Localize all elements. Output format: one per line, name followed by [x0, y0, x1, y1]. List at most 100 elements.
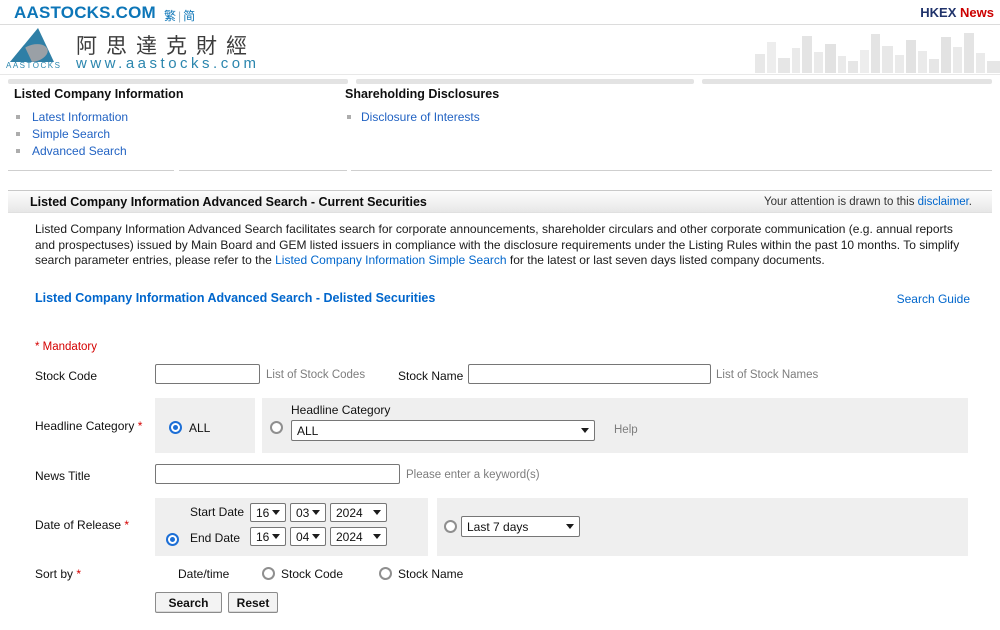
headline-category-label-text: Headline Category	[35, 419, 134, 433]
last7days-selected-value: Last 7 days	[467, 520, 528, 534]
chevron-down-icon	[581, 428, 589, 433]
required-asterisk: *	[124, 518, 129, 532]
lang-traditional-link[interactable]: 繁	[164, 9, 176, 23]
date-range-radio[interactable]	[166, 533, 179, 546]
news-label: News	[960, 5, 994, 20]
chevron-down-icon	[272, 510, 280, 515]
start-month-select[interactable]: 03	[290, 503, 326, 522]
brand-logo-text[interactable]: AASTOCKS.COM	[14, 3, 156, 23]
end-year-select[interactable]: 2024	[330, 527, 387, 546]
header-divider	[0, 24, 1000, 25]
skyline-image	[755, 28, 1000, 78]
sort-stock-name-radio[interactable]	[379, 567, 392, 580]
sort-by-label: Sort by *	[35, 567, 81, 581]
end-month-value: 04	[296, 530, 309, 544]
news-title-label: News Title	[35, 469, 90, 483]
mandatory-note: * Mandatory	[35, 341, 97, 353]
bullet-icon	[16, 115, 20, 119]
stock-code-label: Stock Code	[35, 369, 97, 383]
bullet-icon	[347, 115, 351, 119]
hkex-news-link[interactable]: HKEX News	[920, 5, 994, 20]
chevron-down-icon	[373, 510, 381, 515]
stock-name-label: Stock Name	[398, 369, 463, 383]
chevron-down-icon	[272, 534, 280, 539]
disclaimer-link[interactable]: disclaimer	[918, 196, 969, 208]
logo-row-divider	[0, 74, 1000, 75]
start-year-value: 2024	[336, 506, 363, 520]
bullet-icon	[16, 149, 20, 153]
reset-button[interactable]: Reset	[228, 592, 278, 613]
headline-category-selected-value: ALL	[297, 424, 318, 438]
headline-all-radio[interactable]	[169, 421, 182, 434]
nav-col1-topbar	[8, 79, 348, 84]
simple-search-link[interactable]: Listed Company Information Simple Search	[275, 253, 506, 267]
chevron-down-icon	[566, 524, 574, 529]
lang-simplified-link[interactable]: 简	[183, 9, 195, 23]
description-paragraph: Listed Company Information Advanced Sear…	[35, 222, 967, 269]
chevron-down-icon	[373, 534, 381, 539]
section-title-bar: Listed Company Information Advanced Sear…	[8, 190, 992, 213]
headline-all-option-label: ALL	[189, 421, 210, 435]
nav-item-advanced-search[interactable]: Advanced Search	[32, 144, 127, 158]
bullet-icon	[16, 132, 20, 136]
aastocks-logo[interactable]	[8, 27, 66, 63]
aastocks-logo-abbr: AASTOCKS	[6, 61, 66, 70]
end-day-select[interactable]: 16	[250, 527, 286, 546]
start-day-select[interactable]: 16	[250, 503, 286, 522]
nav-bottom-divider	[179, 170, 347, 171]
last7days-select[interactable]: Last 7 days	[461, 516, 580, 537]
search-guide-link[interactable]: Search Guide	[897, 292, 970, 306]
nav-item-simple-search[interactable]: Simple Search	[32, 127, 110, 141]
list-of-stock-codes-link[interactable]: List of Stock Codes	[266, 369, 365, 381]
attention-prefix: Your attention is drawn to this	[764, 196, 918, 208]
end-date-label: End Date	[190, 531, 240, 545]
start-date-label: Start Date	[190, 505, 244, 519]
language-switch: 繁|简	[164, 7, 195, 24]
sort-stock-code-label: Stock Code	[281, 567, 343, 581]
sort-stock-code-radio[interactable]	[262, 567, 275, 580]
page-title: Listed Company Information Advanced Sear…	[30, 191, 427, 213]
start-day-value: 16	[256, 506, 269, 520]
chevron-down-icon	[312, 534, 320, 539]
aastocks-logo-icon	[8, 27, 66, 63]
keyword-hint: Please enter a keyword(s)	[406, 469, 540, 481]
sort-datetime-label: Date/time	[178, 567, 229, 581]
end-year-value: 2024	[336, 530, 363, 544]
nav-item-disclosure-of-interests[interactable]: Disclosure of Interests	[361, 110, 480, 124]
headline-category-label: Headline Category *	[35, 419, 142, 433]
end-day-value: 16	[256, 530, 269, 544]
chevron-down-icon	[312, 510, 320, 515]
date-of-release-label: Date of Release *	[35, 518, 129, 532]
sort-stock-name-label: Stock Name	[398, 567, 463, 581]
hkex-label: HKEX	[920, 5, 956, 20]
last7days-radio[interactable]	[444, 520, 457, 533]
start-year-select[interactable]: 2024	[330, 503, 387, 522]
help-link[interactable]: Help	[614, 424, 638, 436]
headline-dropdown-radio[interactable]	[270, 421, 283, 434]
nav-heading-shareholding-disclosures: Shareholding Disclosures	[345, 87, 499, 101]
delisted-securities-link[interactable]: Listed Company Information Advanced Sear…	[35, 291, 435, 305]
date-of-release-label-text: Date of Release	[35, 518, 121, 532]
list-of-stock-names-link[interactable]: List of Stock Names	[716, 369, 818, 381]
nav-bottom-divider	[8, 170, 174, 171]
nav-item-latest-information[interactable]: Latest Information	[32, 110, 128, 124]
nav-col2-topbar	[356, 79, 694, 84]
search-button[interactable]: Search	[155, 592, 222, 613]
description-text-2: for the latest or last seven days listed…	[507, 253, 825, 267]
attention-note: Your attention is drawn to this disclaim…	[764, 191, 972, 213]
page: AASTOCKS.COM 繁|简 HKEX News AASTOCKS 阿思達克…	[0, 0, 1000, 630]
start-month-value: 03	[296, 506, 309, 520]
nav-col3-topbar	[702, 79, 992, 84]
nav-heading-listed-company-info: Listed Company Information	[14, 87, 183, 101]
sort-by-label-text: Sort by	[35, 567, 73, 581]
stock-code-input[interactable]	[155, 364, 260, 384]
headline-dropdown-label: Headline Category	[291, 403, 390, 417]
news-title-input[interactable]	[155, 464, 400, 484]
stock-name-input[interactable]	[468, 364, 711, 384]
required-asterisk: *	[138, 419, 143, 433]
required-asterisk: *	[76, 567, 81, 581]
logo-website-url: www.aastocks.com	[76, 55, 260, 72]
end-month-select[interactable]: 04	[290, 527, 326, 546]
nav-bottom-divider	[351, 170, 992, 171]
headline-category-select[interactable]: ALL	[291, 420, 595, 441]
